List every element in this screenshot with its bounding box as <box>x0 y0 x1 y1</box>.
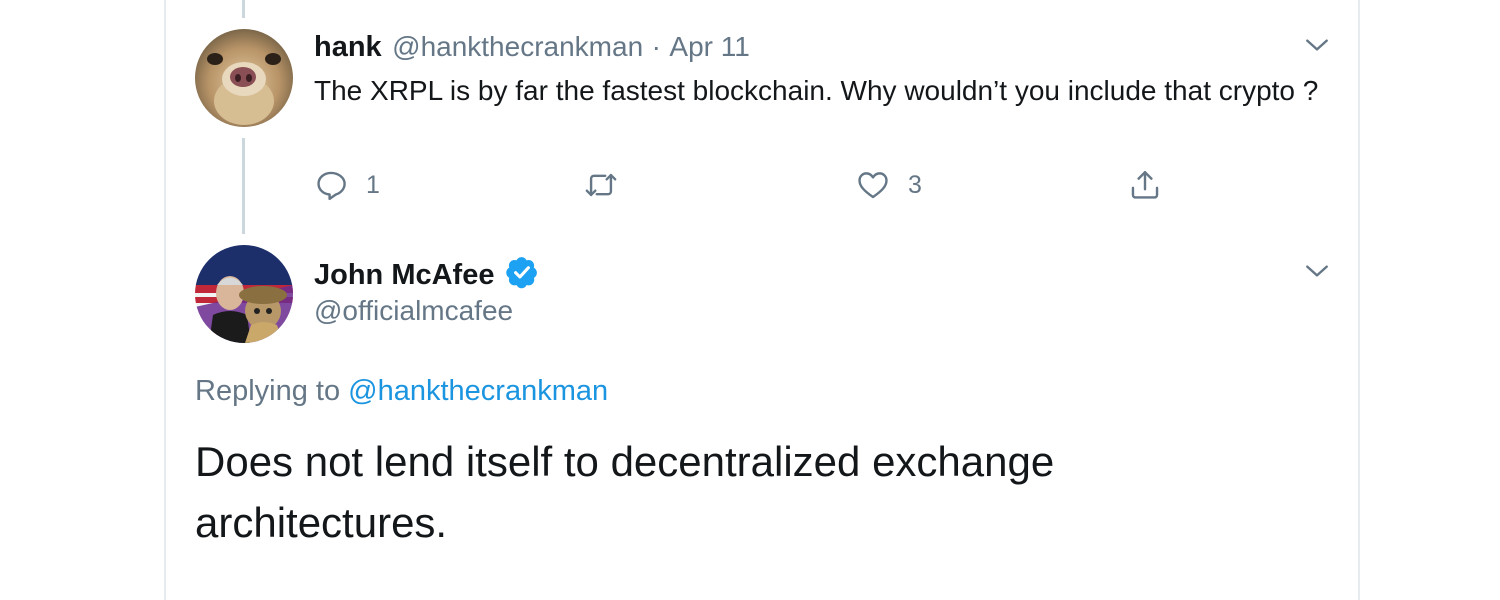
separator: · <box>651 31 661 62</box>
replying-to: Replying to @hankthecrankman <box>195 375 608 408</box>
like-button[interactable]: 3 <box>856 168 922 202</box>
author-handle[interactable]: @hankthecrankman <box>392 31 643 62</box>
replying-prefix: Replying to <box>195 375 341 407</box>
retweet-icon <box>585 173 617 197</box>
avatar-hank[interactable] <box>195 29 293 127</box>
author-name[interactable]: John McAfee <box>314 259 494 291</box>
chevron-down-icon[interactable] <box>1304 32 1330 63</box>
avatar-mcafee[interactable] <box>195 245 293 343</box>
thread-line <box>242 138 245 234</box>
like-count: 3 <box>908 170 922 199</box>
share-button[interactable] <box>1128 168 1162 202</box>
tweet-text: Does not lend itself to decentralized ex… <box>195 438 1055 546</box>
replying-handle-link[interactable]: @hankthecrankman <box>348 375 608 407</box>
tweet-date[interactable]: Apr 11 <box>669 31 749 62</box>
chevron-down-icon[interactable] <box>1304 258 1330 289</box>
author-handle[interactable]: @officialmcafee <box>314 295 513 327</box>
retweet-button[interactable] <box>584 168 618 202</box>
reply-count: 1 <box>366 170 380 199</box>
tweet-text: The XRPL is by far the fastest blockchai… <box>314 75 1319 106</box>
reply-icon <box>317 171 346 201</box>
thread-line-top <box>242 0 245 18</box>
verified-badge-icon <box>505 255 539 294</box>
like-icon <box>858 172 888 199</box>
author-name[interactable]: hank <box>314 31 382 63</box>
reply-button[interactable]: 1 <box>314 168 380 202</box>
share-icon <box>1131 171 1159 199</box>
